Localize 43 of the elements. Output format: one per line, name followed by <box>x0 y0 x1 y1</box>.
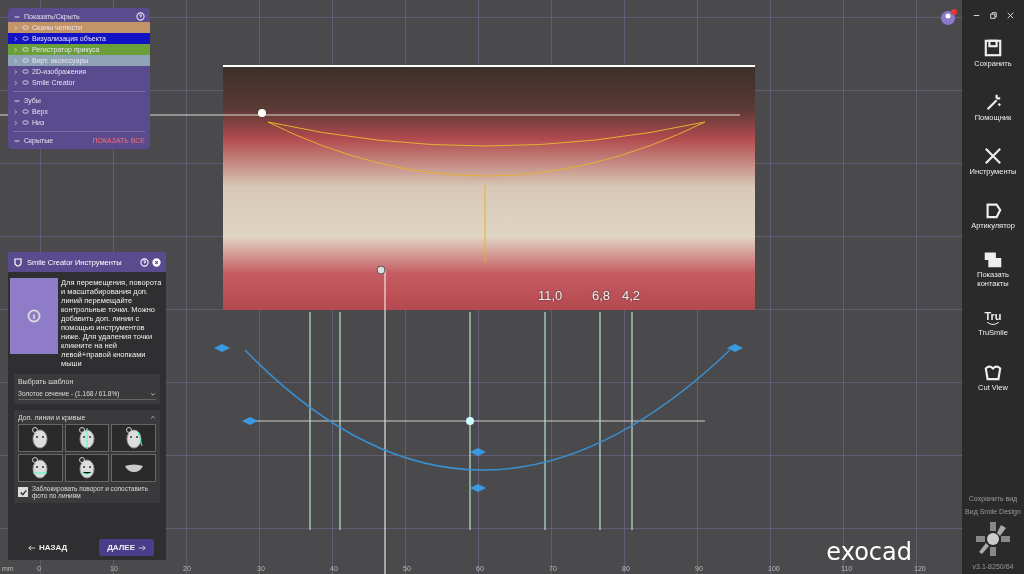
caret-icon <box>150 414 156 420</box>
tooth-cut-icon <box>984 362 1002 381</box>
face-guide-tool-button[interactable] <box>18 454 63 482</box>
face-icon <box>77 456 97 480</box>
control-point[interactable] <box>376 265 386 275</box>
measurement-label: 11,0 <box>538 288 563 303</box>
control-point[interactable] <box>466 417 474 425</box>
mouth-icon <box>122 463 145 473</box>
restore-icon <box>989 11 997 19</box>
control-handle[interactable] <box>470 448 486 456</box>
view-navigator-icon[interactable] <box>973 519 1013 559</box>
face-guide-tool-button[interactable] <box>64 424 110 452</box>
arrow-right-icon <box>138 543 147 552</box>
face-icon <box>30 426 51 450</box>
user-notification-icon[interactable] <box>940 8 958 26</box>
control-handle[interactable] <box>242 417 258 425</box>
face-icon <box>123 426 144 450</box>
face-guide-tool-button[interactable] <box>111 454 156 482</box>
save-icon <box>984 38 1002 57</box>
arrow-left-icon <box>27 543 36 552</box>
exocad-logo: exocad <box>826 538 912 566</box>
face-guide-tool-button[interactable] <box>18 424 63 452</box>
lock-checkbox[interactable] <box>18 487 28 497</box>
face-icon <box>30 456 51 480</box>
info-icon <box>27 309 41 323</box>
caret-icon <box>150 390 156 397</box>
help-icon <box>140 257 149 267</box>
measurement-label: 4,2 <box>622 288 641 303</box>
back-button[interactable]: НАЗАД <box>19 539 76 556</box>
control-handle[interactable] <box>470 484 486 492</box>
close-icon <box>1006 11 1014 19</box>
face-guide-tool-button[interactable] <box>64 454 110 482</box>
control-handle[interactable] <box>727 344 743 352</box>
face-icon <box>77 426 97 450</box>
control-handle[interactable] <box>214 344 230 352</box>
close-icon <box>152 257 161 267</box>
measurement-label: 6,8 <box>592 288 611 303</box>
next-button[interactable]: ДАЛЕЕ <box>99 539 155 556</box>
control-point[interactable] <box>258 109 266 117</box>
magic-wand-icon <box>984 92 1002 111</box>
help-icon <box>136 12 145 21</box>
face-guide-tool-button[interactable] <box>111 424 156 452</box>
trusmile-logo: Tru <box>984 309 1002 326</box>
